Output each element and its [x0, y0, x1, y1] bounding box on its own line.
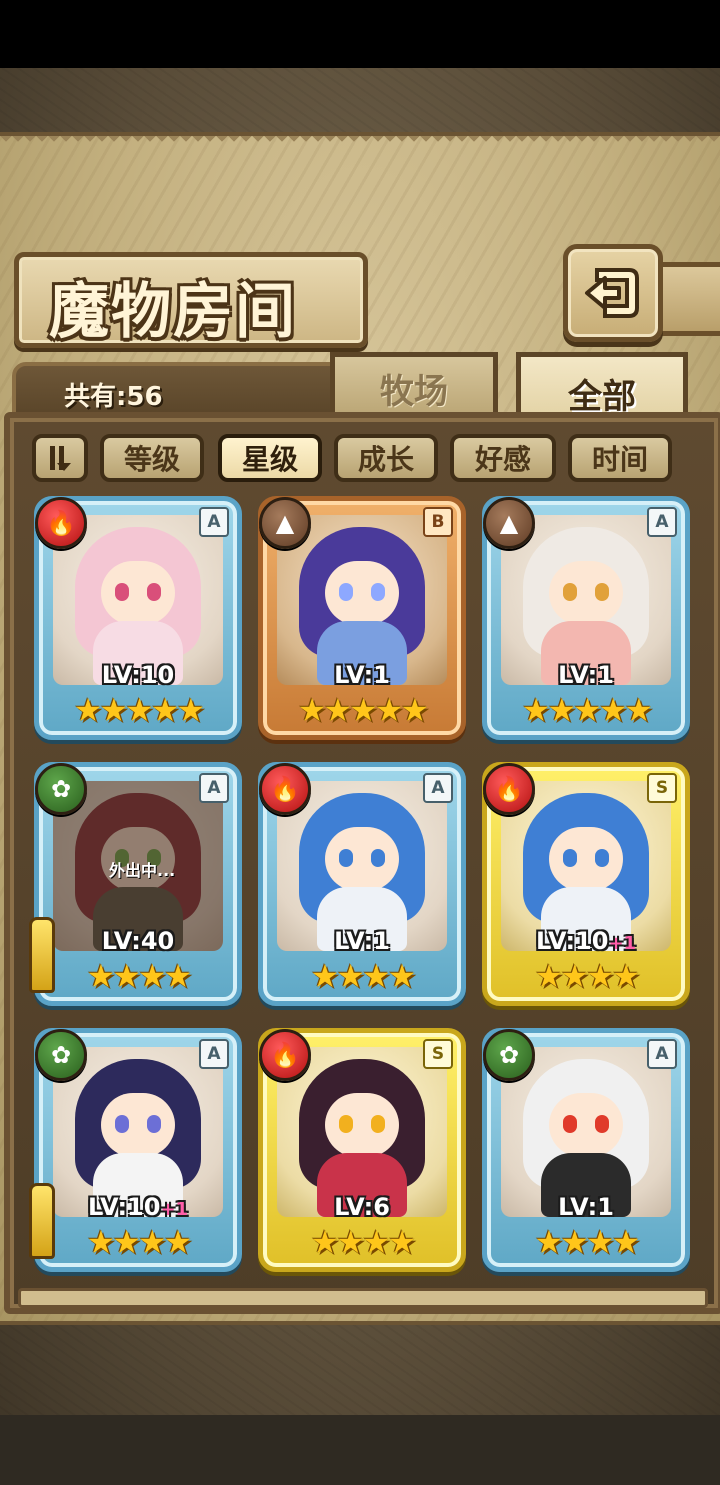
page-title: 魔物房间 — [49, 277, 297, 347]
tab-ranch[interactable]: 牧场 — [330, 352, 498, 419]
sort-affection-button[interactable]: 好感 — [450, 434, 556, 482]
rank-badge: A — [199, 507, 229, 537]
fire-element-icon: 🔥 — [259, 1029, 311, 1081]
monster-card[interactable]: 外出中... ✿ A LV:40 ★★★★ — [29, 762, 242, 1006]
monster-level: LV:1 — [263, 661, 461, 689]
monster-eye — [595, 849, 609, 867]
monster-face — [549, 561, 623, 625]
monster-eye — [595, 1115, 609, 1133]
monster-level: LV:1 — [487, 661, 685, 689]
monster-eye — [371, 1115, 385, 1133]
monster-eye — [563, 1115, 577, 1133]
sort-star-button[interactable]: 星级 — [218, 434, 322, 482]
star-rating: ★★★★ — [310, 1223, 417, 1261]
monster-eye — [115, 1115, 129, 1133]
earth-element-icon: ▲ — [259, 497, 311, 549]
monster-eye — [115, 583, 129, 601]
leaf-element-icon: ✿ — [35, 1029, 87, 1081]
earth-element-icon: ▲ — [483, 497, 535, 549]
title-plate: 魔物房间 — [14, 252, 368, 348]
fire-element-icon: 🔥 — [483, 763, 535, 815]
monster-eye — [563, 583, 577, 601]
monster-level: LV:10+1 — [487, 927, 685, 955]
monster-eye — [147, 583, 161, 601]
monster-card[interactable]: ▲ A LV:1 ★★★★★ — [482, 496, 690, 740]
rank-badge: B — [423, 507, 453, 537]
fire-element-icon: 🔥 — [259, 763, 311, 815]
star-rating: ★★★★★ — [73, 691, 205, 729]
monster-face — [325, 827, 399, 891]
monster-card[interactable]: ▲ B LV:1 ★★★★★ — [258, 496, 466, 740]
star-rating: ★★★★ — [86, 1223, 193, 1261]
list-bottom-rail — [18, 1288, 708, 1308]
monster-eye — [371, 849, 385, 867]
monster-level: LV:10 — [39, 661, 237, 689]
back-arrow-icon — [585, 268, 639, 318]
monster-count: 共有:56 — [64, 382, 163, 412]
level-bonus: +1 — [608, 933, 637, 954]
monster-level: LV:10+1 — [39, 1193, 237, 1221]
away-status: 外出中... — [109, 861, 176, 880]
level-text: LV:6 — [334, 1193, 390, 1221]
sort-order-button[interactable] — [32, 434, 88, 482]
monster-face — [101, 561, 175, 625]
monster-eye — [339, 849, 353, 867]
leaf-element-icon: ✿ — [35, 763, 87, 815]
level-text: LV:1 — [334, 661, 390, 689]
monster-face — [101, 1093, 175, 1157]
monster-face — [549, 827, 623, 891]
monster-face — [549, 1093, 623, 1157]
monster-card[interactable]: 🔥 S LV:6 ★★★★ — [258, 1028, 466, 1272]
level-text: LV:40 — [101, 927, 175, 955]
monster-card[interactable]: 🔥 A LV:10 ★★★★★ — [34, 496, 242, 740]
monster-card[interactable]: 🔥 A LV:1 ★★★★ — [258, 762, 466, 1006]
monster-card[interactable]: 🔥 S LV:10+1 ★★★★ — [482, 762, 690, 1006]
rank-badge: A — [647, 1039, 677, 1069]
level-text: LV:1 — [334, 927, 390, 955]
monster-eye — [595, 583, 609, 601]
monster-face — [325, 561, 399, 625]
fire-element-icon: 🔥 — [35, 497, 87, 549]
monster-eye — [339, 1115, 353, 1133]
star-rating: ★★★★★ — [521, 691, 653, 729]
level-bonus: +1 — [160, 1199, 189, 1220]
rank-badge: A — [199, 773, 229, 803]
monster-level: LV:1 — [487, 1193, 685, 1221]
rank-badge: S — [423, 1039, 453, 1069]
level-text: LV:10 — [87, 1193, 161, 1221]
monster-eye — [339, 583, 353, 601]
rank-badge: A — [423, 773, 453, 803]
monster-eye — [147, 1115, 161, 1133]
level-text: LV:1 — [558, 661, 614, 689]
star-rating: ★★★★ — [534, 957, 641, 995]
rank-badge: S — [647, 773, 677, 803]
monster-face — [325, 1093, 399, 1157]
monster-card[interactable]: ✿ A LV:10+1 ★★★★ — [29, 1028, 242, 1272]
star-rating: ★★★★ — [310, 957, 417, 995]
level-text: LV:1 — [558, 1193, 614, 1221]
monster-card[interactable]: ✿ A LV:1 ★★★★ — [482, 1028, 690, 1272]
level-text: LV:10 — [101, 661, 175, 689]
monster-level: LV:6 — [263, 1193, 461, 1221]
star-rating: ★★★★★ — [297, 691, 429, 729]
sort-time-button[interactable]: 时间 — [568, 434, 672, 482]
star-rating: ★★★★ — [86, 957, 193, 995]
rank-badge: A — [199, 1039, 229, 1069]
monster-eye — [563, 849, 577, 867]
rank-badge: A — [647, 507, 677, 537]
bottom-background — [0, 1415, 720, 1485]
panel-top-edge — [0, 136, 720, 148]
star-rating: ★★★★ — [534, 1223, 641, 1261]
monster-level: LV:1 — [263, 927, 461, 955]
sort-level-button[interactable]: 等级 — [100, 434, 204, 482]
back-button[interactable] — [563, 244, 663, 342]
level-text: LV:10 — [535, 927, 609, 955]
leaf-element-icon: ✿ — [483, 1029, 535, 1081]
monster-eye — [371, 583, 385, 601]
sort-bar: 等级 星级 成长 好感 时间 — [32, 434, 692, 486]
monster-level: LV:40 — [39, 927, 237, 955]
sort-order-icon — [50, 446, 71, 471]
sort-growth-button[interactable]: 成长 — [334, 434, 438, 482]
status-bar — [0, 0, 720, 68]
